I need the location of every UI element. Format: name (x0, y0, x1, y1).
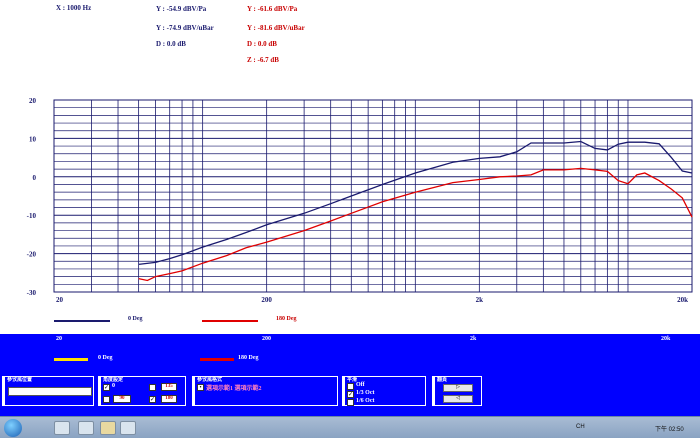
tray-language[interactable]: CH (576, 424, 585, 430)
angle-180-checkbox[interactable]: ✓ (149, 396, 156, 403)
series-180-d-readout: D : 0.0 dB (247, 40, 277, 48)
bottom-legend-label-0-deg: 0 Deg (98, 355, 113, 361)
y-tick-label: -10 (27, 212, 37, 220)
smoothing-off-checkbox[interactable] (347, 383, 354, 390)
angle-0-checkbox[interactable]: ✓ (103, 384, 110, 391)
page-nav-title: 翻頁 (437, 378, 448, 383)
smoothing-group: 平滑 Off ✓ 1/3 Oct 1/6 Oct (342, 376, 426, 406)
bottom-legend-swatch-180-deg (200, 358, 234, 361)
x-tick-label: 2k (476, 296, 484, 304)
smoothing-off-label: Off (356, 382, 365, 388)
reference-position-group: 參攷風位置 (2, 376, 94, 406)
reference-mode-group: 參攷風格式 • 選項示範1 選項示範2 (192, 376, 338, 406)
y-axis-ticks: 20 10 0 -10 -20 -30 (27, 97, 37, 297)
secondary-axis-2k: 2k (470, 336, 477, 342)
smoothing-1-6-label: 1/6 Oct (356, 398, 375, 404)
y-tick-label: 20 (29, 97, 37, 105)
legend-label-180-deg: 180 Deg (276, 316, 297, 322)
angle-135-value[interactable]: 135 (161, 383, 177, 391)
frequency-response-chart[interactable]: 20 10 0 -10 -20 -30 20 200 2k 20k (0, 92, 700, 304)
tray-clock[interactable]: 下午 02:50 (655, 424, 684, 433)
reference-position-title: 參攷風位置 (7, 378, 33, 383)
series-180-y-pa-readout: Y : -61.6 dBV/Pa (247, 5, 298, 13)
page-nav-group: 翻頁 ▷ ◁ (432, 376, 482, 406)
series-0-d-readout: D : 0.0 dB (156, 40, 186, 48)
secondary-axis-200: 200 (262, 336, 271, 342)
control-panel: 20 200 2k 20k 0 Deg 180 Deg 參攷風位置 角度設定 ✓… (0, 334, 700, 416)
y-tick-label: -30 (27, 289, 37, 297)
angle-180-value[interactable]: 180 (161, 395, 177, 403)
angle-90-value[interactable]: 90 (113, 395, 131, 403)
series-180-z-readout: Z : -6.7 dB (247, 56, 279, 64)
reference-mode-radio[interactable]: • (197, 384, 204, 391)
secondary-axis-20: 20 (56, 336, 62, 342)
app-icon-4[interactable] (120, 421, 136, 435)
y-tick-label: 10 (29, 135, 37, 143)
legend-swatch-0-deg (54, 320, 110, 322)
x-frequency-readout: X : 1000 Hz (56, 4, 92, 12)
series-180-y-ubar-readout: Y : -81.6 dBV/uBar (247, 24, 305, 32)
x-tick-label: 20 (56, 296, 64, 304)
page-back-button[interactable]: ◁ (443, 395, 473, 403)
x-axis-ticks: 20 200 2k 20k (56, 296, 688, 304)
reference-mode-title: 參攷風格式 (197, 378, 223, 383)
series-0-y-pa-readout: Y : -54.9 dBV/Pa (156, 5, 207, 13)
smoothing-1-3-label: 1/3 Oct (356, 390, 375, 396)
reference-mode-option[interactable]: 選項示範1 選項示範2 (206, 383, 262, 392)
windows-taskbar: CH 下午 02:50 (0, 416, 700, 438)
bottom-legend-label-180-deg: 180 Deg (238, 355, 259, 361)
reference-position-input[interactable] (8, 387, 92, 396)
angle-90-checkbox[interactable] (103, 396, 110, 403)
chart-legend: 0 Deg 180 Deg (0, 306, 700, 334)
app-icon-2[interactable] (78, 421, 94, 435)
y-tick-label: 0 (33, 174, 37, 182)
page-forward-button[interactable]: ▷ (443, 384, 473, 392)
smoothing-1-3-checkbox[interactable]: ✓ (347, 391, 354, 398)
app-icon-3[interactable] (100, 421, 116, 435)
secondary-axis-20k: 20k (661, 336, 671, 342)
angle-0-label: 0 (112, 383, 115, 389)
series-0-y-ubar-readout: Y : -74.9 dBV/uBar (156, 24, 214, 32)
x-tick-label: 200 (261, 296, 272, 304)
legend-label-0-deg: 0 Deg (128, 316, 143, 322)
x-tick-label: 20k (677, 296, 688, 304)
legend-swatch-180-deg (202, 320, 258, 322)
smoothing-1-6-checkbox[interactable] (347, 399, 354, 406)
app-icon-1[interactable] (54, 421, 70, 435)
y-tick-label: -20 (27, 251, 37, 259)
bottom-legend-swatch-0-deg (54, 358, 88, 361)
angle-135-checkbox[interactable] (149, 384, 156, 391)
angle-settings-group: 角度設定 ✓ 0 135 90 ✓ 180 (98, 376, 186, 406)
angle-settings-title: 角度設定 (103, 378, 124, 383)
start-button[interactable] (4, 419, 22, 437)
